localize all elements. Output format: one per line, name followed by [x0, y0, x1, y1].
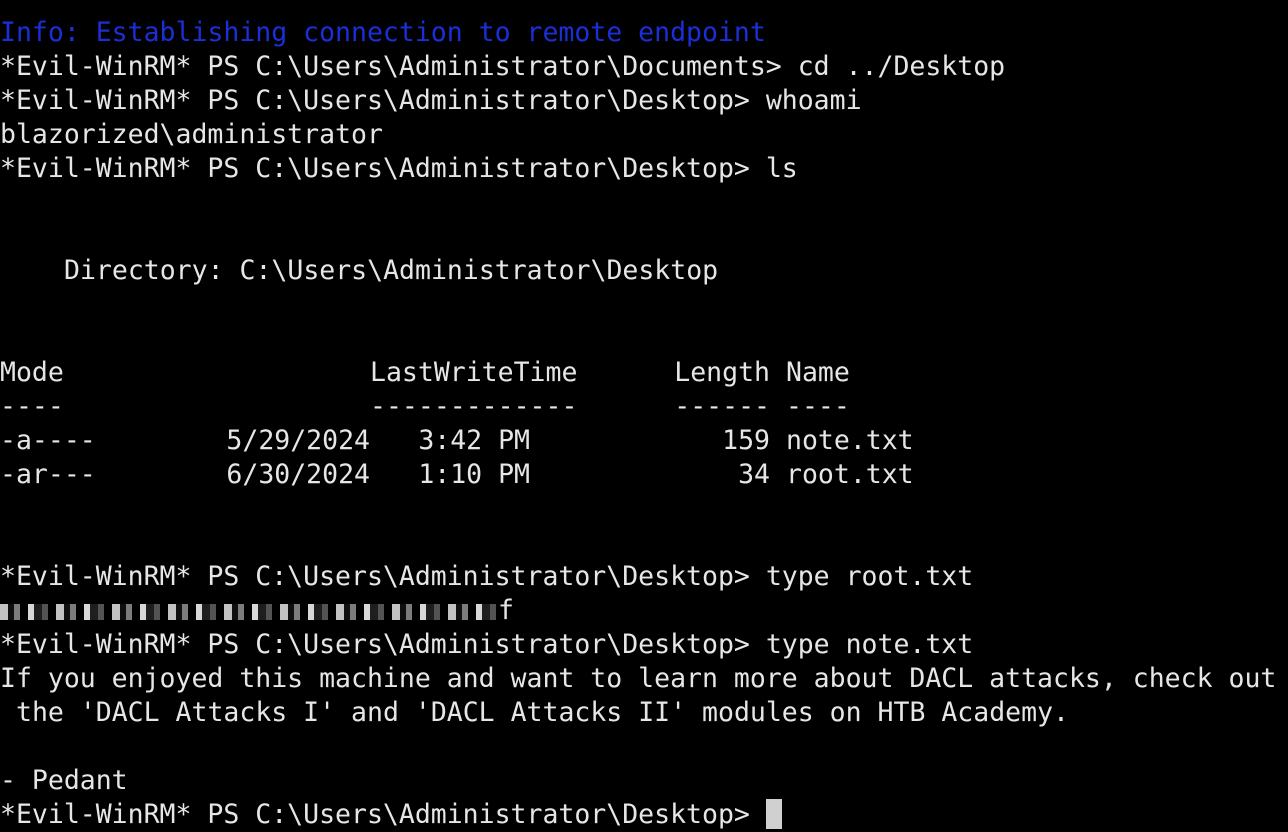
prompt: *Evil-WinRM* PS C:\Users\Administrator\D… — [0, 629, 766, 660]
whoami-output: blazorized\administrator — [0, 119, 383, 150]
underline-length: ------ — [674, 391, 770, 422]
command-line-ls: *Evil-WinRM* PS C:\Users\Administrator\D… — [0, 152, 1288, 186]
row-mode: -a---- — [0, 425, 96, 456]
listing-underline: ---- ------------- ------ ---- — [0, 390, 1288, 424]
command-line-type-note: *Evil-WinRM* PS C:\Users\Administrator\D… — [0, 628, 1288, 662]
command-text: cd ../Desktop — [797, 51, 1006, 82]
note-line-1: If you enjoyed this machine and want to … — [0, 663, 1277, 694]
command-text: ls — [765, 153, 798, 184]
prompt: *Evil-WinRM* PS C:\Users\Administrator\D… — [0, 153, 766, 184]
info-line: Info: Establishing connection to remote … — [0, 17, 766, 48]
command-line-cd: *Evil-WinRM* PS C:\Users\Administrator\D… — [0, 50, 1288, 84]
directory-line: Directory: C:\Users\Administrator\Deskto… — [64, 255, 719, 286]
command-text: type note.txt — [765, 629, 974, 660]
row-mode: -ar--- — [0, 459, 96, 490]
underline-mode: ---- — [0, 391, 64, 422]
listing-row: -a---- 5/29/2024 3:42 PM 159 note.txt — [0, 424, 1288, 458]
terminal-window[interactable]: Info: Establishing connection to remote … — [0, 16, 1288, 832]
prompt: *Evil-WinRM* PS C:\Users\Administrator\D… — [0, 561, 766, 592]
row-date: 5/29/2024 — [226, 425, 370, 456]
command-line-type-root: *Evil-WinRM* PS C:\Users\Administrator\D… — [0, 560, 1288, 594]
header-name: Name — [786, 357, 850, 388]
listing-header: Mode LastWriteTime Length Name — [0, 356, 1288, 390]
command-line-current[interactable]: *Evil-WinRM* PS C:\Users\Administrator\D… — [0, 798, 1288, 832]
text-cursor[interactable] — [765, 799, 782, 829]
underline-name: ---- — [786, 391, 850, 422]
row-time: 1:10 PM — [418, 459, 530, 490]
row-length: 34 — [738, 459, 770, 490]
note-signature: - Pedant — [0, 765, 128, 796]
row-date: 6/30/2024 — [226, 459, 370, 490]
row-name: note.txt — [786, 425, 914, 456]
command-text: whoami — [765, 85, 862, 116]
listing-row: -ar--- 6/30/2024 1:10 PM 34 root.txt — [0, 458, 1288, 492]
redacted-flag — [0, 603, 496, 620]
row-time: 3:42 PM — [418, 425, 530, 456]
header-mode: Mode — [0, 357, 64, 388]
row-name: root.txt — [786, 459, 914, 490]
header-length: Length — [674, 357, 770, 388]
command-line-whoami: *Evil-WinRM* PS C:\Users\Administrator\D… — [0, 84, 1288, 118]
note-line-2: the 'DACL Attacks I' and 'DACL Attacks I… — [16, 697, 1069, 728]
command-text: type root.txt — [765, 561, 974, 592]
root-flag-output: f — [0, 594, 1288, 628]
prompt: *Evil-WinRM* PS C:\Users\Administrator\D… — [0, 799, 766, 830]
flag-tail: f — [498, 595, 514, 626]
prompt: *Evil-WinRM* PS C:\Users\Administrator\D… — [0, 51, 798, 82]
header-lastwritetime: LastWriteTime — [370, 357, 578, 388]
row-length: 159 — [722, 425, 770, 456]
prompt: *Evil-WinRM* PS C:\Users\Administrator\D… — [0, 85, 766, 116]
underline-lastwritetime: ------------- — [370, 391, 578, 422]
